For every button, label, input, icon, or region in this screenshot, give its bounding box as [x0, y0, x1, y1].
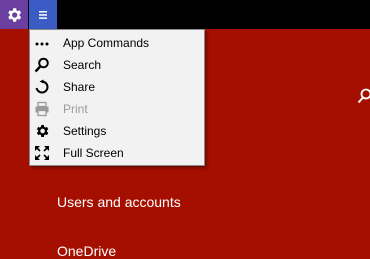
share-icon	[33, 78, 51, 96]
menu-item-label: Search	[63, 58, 101, 72]
app-title-bar	[0, 0, 370, 29]
menu-item-print: Print	[30, 98, 204, 120]
users-and-accounts-link[interactable]: Users and accounts	[57, 194, 181, 210]
app-menu-button[interactable]	[29, 0, 57, 29]
menu-item-label: Settings	[63, 124, 106, 138]
hamburger-icon	[37, 10, 49, 20]
menu-item-label: Full Screen	[63, 146, 124, 160]
print-icon	[33, 100, 51, 118]
menu-item-share[interactable]: Share	[30, 76, 204, 98]
search-icon[interactable]	[357, 88, 370, 104]
menu-item-full-screen[interactable]: Full Screen	[30, 142, 204, 164]
settings-charm-button[interactable]	[0, 0, 28, 29]
menu-item-settings[interactable]: Settings	[30, 120, 204, 142]
search-icon	[33, 56, 51, 74]
onedrive-link[interactable]: OneDrive	[57, 243, 116, 259]
app-commands-menu: App Commands Search Share	[29, 29, 205, 166]
gear-icon	[5, 6, 23, 24]
menu-item-label: Share	[63, 80, 95, 94]
fullscreen-icon	[33, 144, 51, 162]
menu-item-label: Print	[63, 102, 88, 116]
menu-item-app-commands[interactable]: App Commands	[30, 32, 204, 54]
menu-item-label: App Commands	[63, 36, 149, 50]
ellipsis-icon	[33, 34, 51, 52]
menu-item-search[interactable]: Search	[30, 54, 204, 76]
gear-icon	[33, 122, 51, 140]
